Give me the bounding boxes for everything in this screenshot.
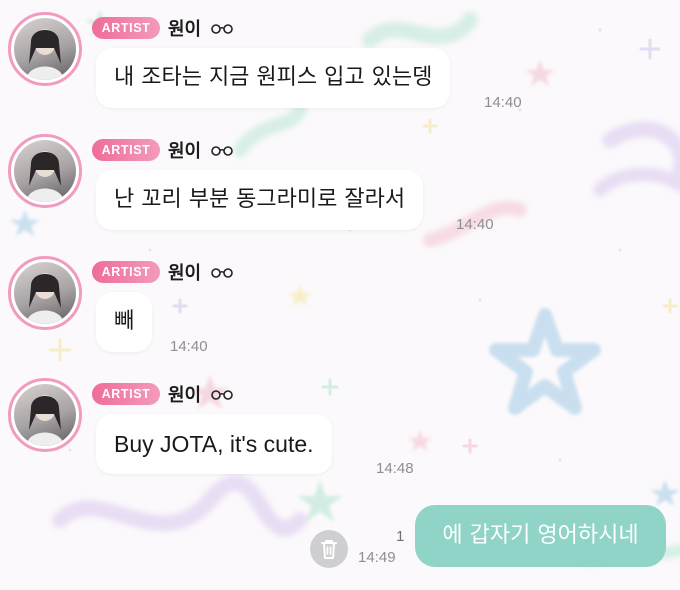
sender-name: 원이 — [168, 141, 202, 162]
message-bubble[interactable]: 내 조타는 지금 원피스 입고 있는뎅 — [96, 48, 451, 108]
message-time: 14:48 — [376, 460, 414, 477]
avatar-photo — [14, 262, 76, 324]
avatar-photo — [14, 140, 76, 202]
glasses-icon — [211, 24, 233, 34]
my-message-time: 14:49 — [358, 549, 396, 566]
artist-badge: ARTIST — [92, 17, 160, 39]
glasses-icon — [211, 390, 233, 400]
artist-badge: ARTIST — [92, 261, 160, 283]
artist-badge: ARTIST — [92, 139, 160, 161]
message-time: 14:40 — [484, 94, 522, 111]
unread-count: 1 — [396, 528, 405, 545]
avatar[interactable] — [8, 378, 82, 452]
avatar-photo — [14, 18, 76, 80]
avatar[interactable] — [8, 256, 82, 330]
sender-name: 원이 — [168, 385, 202, 406]
artist-badge: ARTIST — [92, 383, 160, 405]
avatar[interactable] — [8, 134, 82, 208]
my-message-bubble[interactable]: 에 갑자기 영어하시네 — [415, 505, 666, 567]
sender-name: 원이 — [168, 263, 202, 284]
glasses-icon — [211, 146, 233, 156]
message-time: 14:40 — [170, 338, 208, 355]
glasses-icon — [211, 268, 233, 278]
sender-name: 원이 — [168, 19, 202, 40]
message-bubble[interactable]: 빼 — [96, 292, 153, 352]
message-time: 14:40 — [456, 216, 494, 233]
avatar-photo — [14, 384, 76, 446]
message-bubble[interactable]: Buy JOTA, it's cute. — [96, 414, 332, 474]
delete-button[interactable] — [310, 530, 348, 568]
trash-icon — [321, 540, 337, 559]
message-bubble[interactable]: 난 꼬리 부분 동그라미로 잘라서 — [96, 170, 424, 230]
avatar[interactable] — [8, 12, 82, 86]
